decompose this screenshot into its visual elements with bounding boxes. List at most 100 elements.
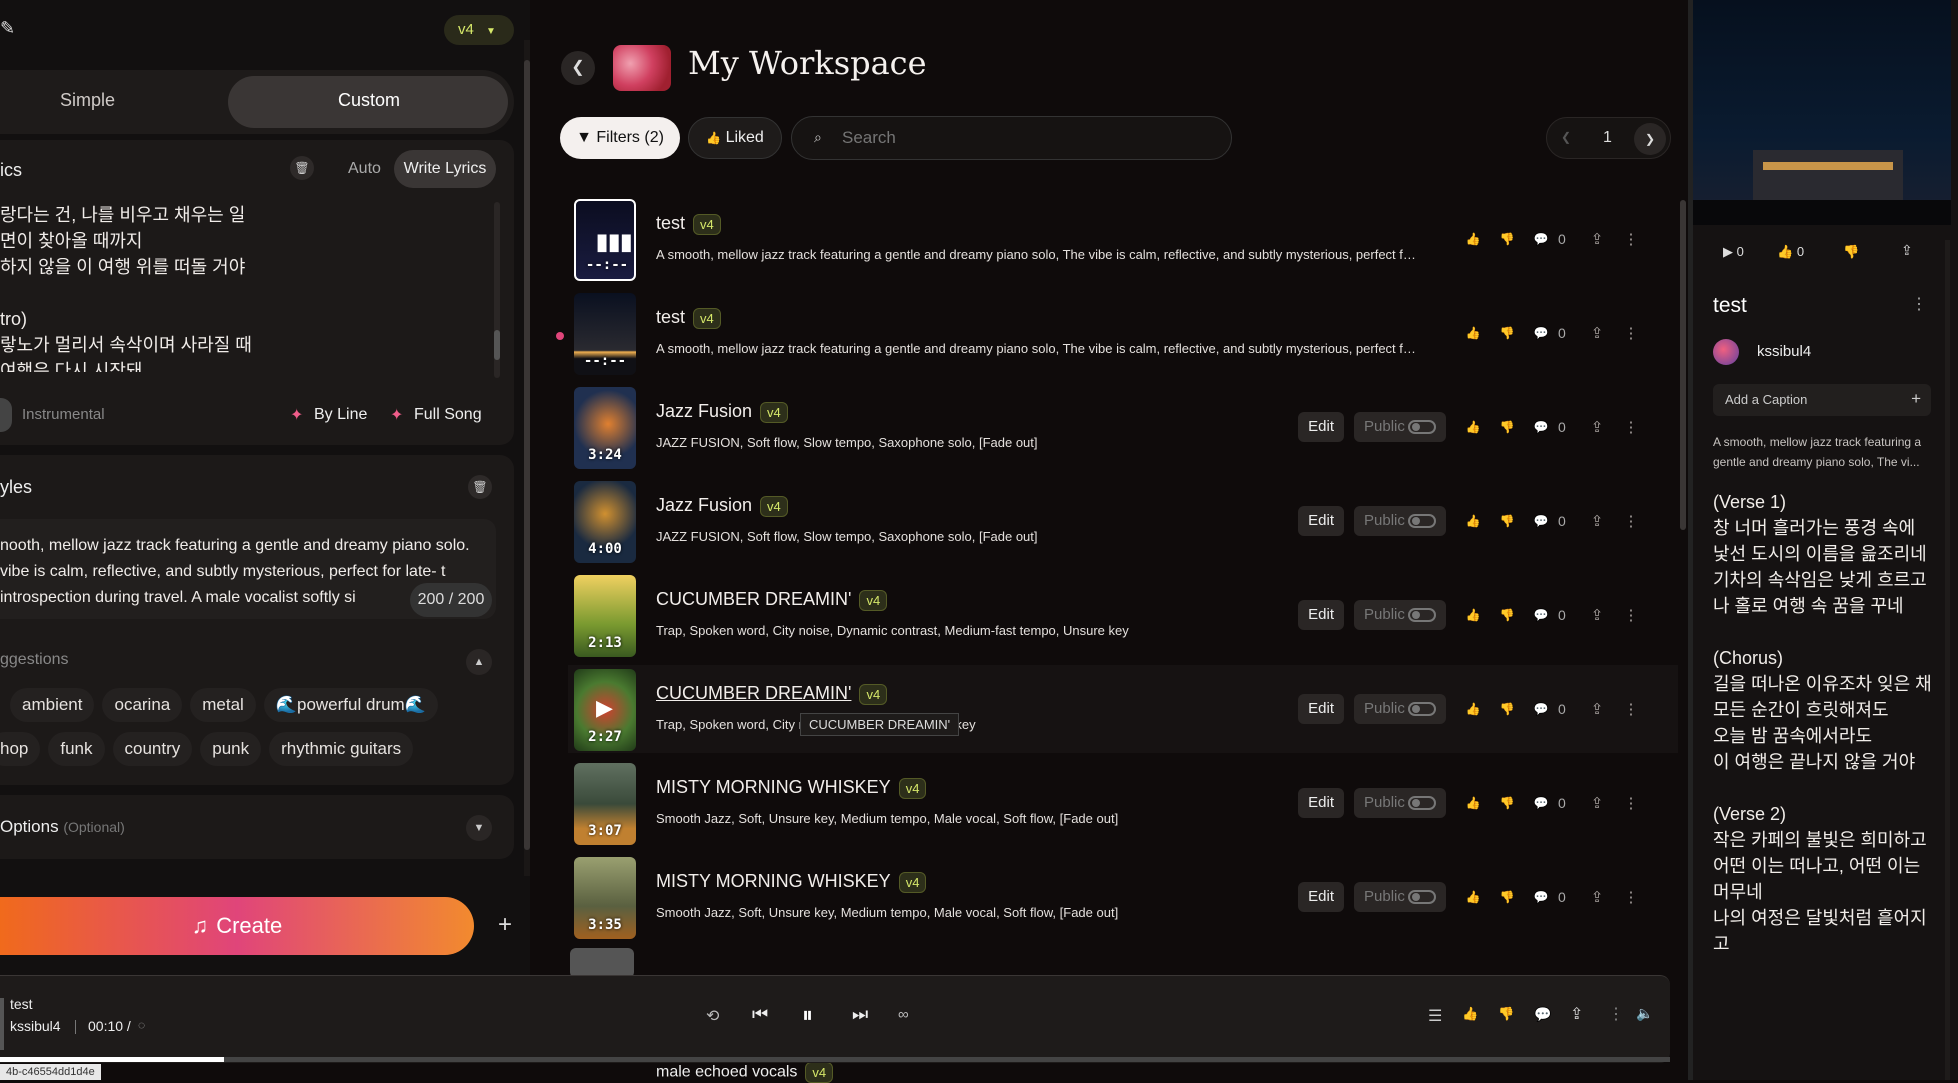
- back-button[interactable]: ❮: [561, 51, 595, 85]
- more-icon[interactable]: ⋮: [1614, 794, 1648, 812]
- add-icon[interactable]: +: [490, 910, 520, 940]
- share-icon[interactable]: ⇪: [1580, 512, 1614, 530]
- public-toggle[interactable]: Public: [1354, 694, 1446, 724]
- share-icon[interactable]: ⇪: [1580, 606, 1614, 624]
- write-lyrics-tab[interactable]: Write Lyrics: [394, 150, 496, 188]
- thumbs-up-icon[interactable]: 👍: [1456, 890, 1490, 904]
- tag-chip[interactable]: funk: [48, 732, 105, 766]
- artist-name[interactable]: kssibul4: [1757, 343, 1811, 360]
- progress-track[interactable]: [0, 1057, 1670, 1062]
- public-toggle[interactable]: Public: [1354, 506, 1446, 536]
- right-scrollbar[interactable]: [1945, 240, 1950, 1080]
- thumbs-up-icon[interactable]: 👍: [1456, 702, 1490, 716]
- tag-chip[interactable]: 🌊powerful drum🌊: [263, 688, 438, 722]
- thumbs-down-icon[interactable]: 👎: [1490, 232, 1524, 246]
- song-thumbnail[interactable]: ▶ 2:27: [574, 669, 636, 751]
- more-icon[interactable]: ⋮: [1614, 418, 1648, 436]
- play-count[interactable]: ▶ 0: [1723, 244, 1744, 260]
- thumbs-up-icon[interactable]: 👍: [1456, 608, 1490, 622]
- song-title[interactable]: Jazz Fusion v4: [656, 401, 788, 423]
- by-line-button[interactable]: By Line: [314, 406, 367, 424]
- more-icon[interactable]: ⋮: [1614, 888, 1648, 906]
- song-row[interactable]: 3:07 MISTY MORNING WHISKEY v4 Smooth Jazz…: [568, 759, 1678, 847]
- song-title[interactable]: CUCUMBER DREAMIN' v4: [656, 589, 888, 611]
- song-row[interactable]: ▶ 2:27 CUCUMBER DREAMIN' v4 Trap, Spoken …: [568, 665, 1678, 753]
- share-icon[interactable]: ⇪: [1580, 230, 1614, 248]
- share-icon[interactable]: ⇪: [1580, 324, 1614, 342]
- comment-icon[interactable]: 💬: [1524, 702, 1558, 716]
- thumbs-down-icon[interactable]: 👎: [1490, 420, 1524, 434]
- share-icon[interactable]: ⇪: [1580, 418, 1614, 436]
- more-icon[interactable]: ⋮: [1911, 294, 1927, 314]
- thumbs-up-icon[interactable]: 👍: [1456, 232, 1490, 246]
- add-icon[interactable]: +: [1911, 389, 1921, 409]
- comment-icon[interactable]: 💬: [1524, 608, 1558, 622]
- version-selector[interactable]: v4 ▼: [444, 15, 514, 45]
- tag-chip[interactable]: metal: [190, 688, 256, 722]
- song-thumbnail[interactable]: ▮▮▮ --:--: [574, 199, 636, 281]
- public-toggle[interactable]: Public: [1354, 788, 1446, 818]
- comment-icon[interactable]: 💬: [1524, 890, 1558, 904]
- song-title[interactable]: MISTY MORNING WHISKEY v4: [656, 871, 927, 893]
- song-row[interactable]: --:-- test v4 A smooth, mellow jazz track…: [568, 289, 1678, 377]
- lyrics-scrollbar[interactable]: [494, 202, 500, 378]
- song-row[interactable]: ▮▮▮ --:-- test v4 A smooth, mellow jazz t…: [568, 195, 1678, 283]
- share-icon[interactable]: ⇪: [1570, 1004, 1583, 1024]
- comment-icon[interactable]: 💬: [1524, 796, 1558, 810]
- comment-icon[interactable]: 💬: [1524, 326, 1558, 340]
- comment-icon[interactable]: 💬: [1534, 1006, 1551, 1023]
- edit-button[interactable]: Edit: [1298, 694, 1344, 724]
- thumbs-up-icon[interactable]: 👍: [1456, 420, 1490, 434]
- link-icon[interactable]: ∞: [898, 1006, 909, 1023]
- full-song-button[interactable]: Full Song: [414, 406, 482, 424]
- song-thumbnail[interactable]: 3:24: [574, 387, 636, 469]
- public-toggle[interactable]: Public: [1354, 412, 1446, 442]
- more-icon[interactable]: ⋮: [1608, 1004, 1624, 1024]
- song-thumbnail[interactable]: 4:00: [574, 481, 636, 563]
- lyrics-auto-tab[interactable]: Auto: [348, 160, 381, 178]
- thumbs-down-icon[interactable]: 👎: [1490, 890, 1524, 904]
- thumbs-down-icon[interactable]: 👎: [1490, 326, 1524, 340]
- tag-chip[interactable]: hop: [0, 732, 41, 766]
- search-box[interactable]: ⌕: [791, 116, 1232, 160]
- song-thumbnail[interactable]: 2:13: [574, 575, 636, 657]
- edit-pen-icon[interactable]: ✎: [0, 18, 15, 40]
- create-button[interactable]: ♫ Create: [0, 897, 474, 955]
- edit-button[interactable]: Edit: [1298, 412, 1344, 442]
- song-thumbnail[interactable]: 3:07: [574, 763, 636, 845]
- public-toggle[interactable]: Public: [1354, 882, 1446, 912]
- share-icon[interactable]: ⇪: [1580, 794, 1614, 812]
- tag-chip[interactable]: ocarina: [102, 688, 183, 722]
- queue-icon[interactable]: ☰: [1428, 1006, 1442, 1026]
- thumbs-up-icon[interactable]: 👍: [1456, 796, 1490, 810]
- liked-button[interactable]: 👍 Liked: [688, 117, 782, 159]
- collapse-chevron-icon[interactable]: ▲: [466, 649, 492, 675]
- caption-input[interactable]: Add a Caption +: [1713, 384, 1931, 416]
- thumbs-down-icon[interactable]: 👎: [1490, 702, 1524, 716]
- next-icon[interactable]: ⏭: [852, 1004, 868, 1025]
- filters-button[interactable]: ▼ Filters (2): [560, 117, 680, 159]
- thumbs-down-icon[interactable]: 👎: [1490, 514, 1524, 528]
- mode-simple-tab[interactable]: Simple: [60, 90, 115, 111]
- repeat-icon[interactable]: ⟲: [706, 1006, 719, 1026]
- previous-icon[interactable]: ⏮: [752, 1004, 768, 1025]
- like-count[interactable]: 👍 0: [1777, 244, 1804, 260]
- thumbs-up-icon[interactable]: 👍: [1456, 326, 1490, 340]
- song-row[interactable]: 3:24 Jazz Fusion v4 JAZZ FUSION, Soft flo…: [568, 383, 1678, 471]
- prev-page-icon[interactable]: ❮: [1561, 130, 1571, 144]
- tag-chip[interactable]: rhythmic guitars: [269, 732, 414, 766]
- more-icon[interactable]: ⋮: [1614, 700, 1648, 718]
- comment-icon[interactable]: 💬: [1524, 514, 1558, 528]
- song-title[interactable]: test v4: [656, 213, 721, 235]
- song-thumbnail[interactable]: --:--: [574, 293, 636, 375]
- thumbs-up-icon[interactable]: 👍: [1462, 1006, 1478, 1022]
- more-icon[interactable]: ⋮: [1614, 512, 1648, 530]
- thumbs-up-icon[interactable]: 👍: [1456, 514, 1490, 528]
- player-artist[interactable]: kssibul4: [10, 1018, 61, 1034]
- left-scrollbar[interactable]: [524, 40, 530, 876]
- song-title[interactable]: test v4: [656, 307, 721, 329]
- more-icon[interactable]: ⋮: [1614, 324, 1648, 342]
- edit-button[interactable]: Edit: [1298, 882, 1344, 912]
- song-title[interactable]: MISTY MORNING WHISKEY v4: [656, 777, 927, 799]
- share-icon[interactable]: ⇪: [1580, 700, 1614, 718]
